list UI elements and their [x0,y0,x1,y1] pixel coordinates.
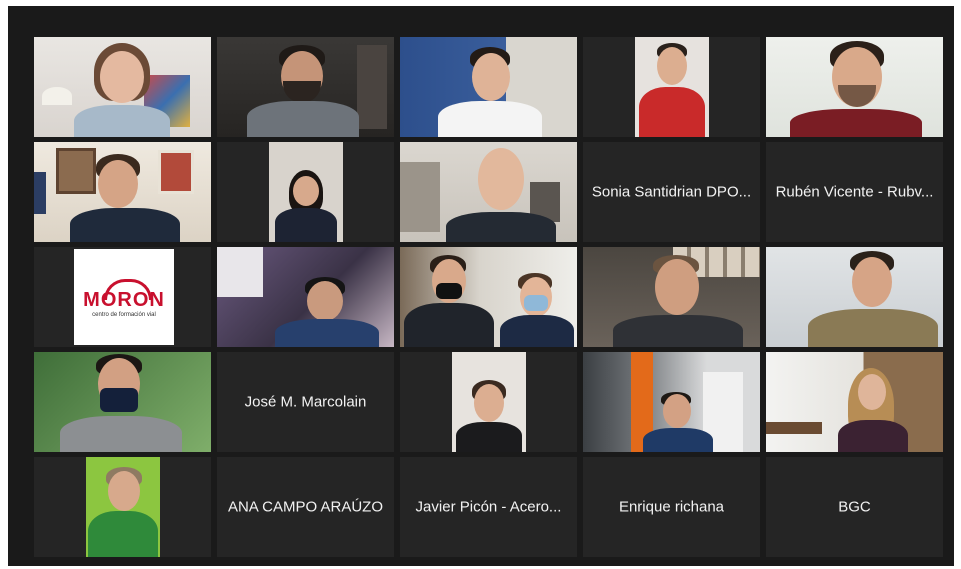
participant-name: José M. Marcolain [244,393,367,411]
bookshelf [357,45,387,129]
participant-name-tile[interactable]: Enrique richana [583,457,760,557]
video-feed [583,247,760,347]
video-feed [34,352,211,452]
participant-name: Enrique richana [618,498,725,516]
participant-video-tile[interactable] [217,247,394,347]
window-blind [34,172,46,214]
beard [283,81,321,103]
video-feed [86,457,160,557]
participant-name-tile[interactable]: ANA CAMPO ARAÚZO [217,457,394,557]
participant-video-tile[interactable] [34,37,211,137]
participant-video-tile[interactable] [766,247,943,347]
company-logo: MORON centro de formación vial [74,249,174,345]
participant-video-tile[interactable] [217,37,394,137]
participant-video-tile[interactable] [400,142,577,242]
participant-name-tile[interactable]: Sonia Santidrian DPO... [583,142,760,242]
video-feed [452,352,526,452]
participant-video-tile[interactable] [583,352,760,452]
video-feed [34,37,211,137]
participant-video-tile[interactable] [400,247,577,347]
video-gallery-window: Sonia Santidrian DPO... Rubén Vicente - … [8,6,954,566]
participant-video-tile[interactable] [400,37,577,137]
video-feed [34,142,211,242]
desk [766,422,822,434]
video-feed [583,352,760,452]
participant-name-tile[interactable]: Rubén Vicente - Rubv... [766,142,943,242]
logo-wordmark: MORON [83,289,165,311]
participant-video-tile[interactable] [34,352,211,452]
video-feed [217,247,394,347]
video-feed [766,352,943,452]
logo-tagline: centro de formación vial [92,312,156,318]
lamp [42,87,72,105]
window [217,247,263,297]
participant-video-tile[interactable] [34,142,211,242]
participant-video-tile[interactable] [34,457,211,557]
video-feed [400,37,577,137]
face-mask [100,388,138,412]
video-feed [217,37,394,137]
wall-poster [158,150,194,194]
participant-name-tile[interactable]: Javier Picón - Acero... [400,457,577,557]
face-mask [436,283,462,299]
video-feed [400,247,577,347]
participant-name: Rubén Vicente - Rubv... [775,183,934,201]
participant-name: ANA CAMPO ARAÚZO [227,498,384,516]
video-feed [766,37,943,137]
participant-name-tile[interactable]: BGC [766,457,943,557]
video-feed [269,142,343,242]
video-feed [766,247,943,347]
participant-logo-tile[interactable]: MORON centro de formación vial [34,247,211,347]
face-mask [524,295,548,311]
participant-name: Sonia Santidrian DPO... [591,183,752,201]
video-feed [400,142,577,242]
participant-name-tile[interactable]: José M. Marcolain [217,352,394,452]
participant-video-tile[interactable] [400,352,577,452]
beard [838,85,876,107]
participant-video-tile[interactable] [217,142,394,242]
participant-video-tile-active-speaker[interactable] [766,37,943,137]
participant-grid: Sonia Santidrian DPO... Rubén Vicente - … [34,37,943,557]
participant-video-tile[interactable] [583,37,760,137]
participant-video-tile[interactable] [583,247,760,347]
doorway [400,162,440,232]
participant-video-tile[interactable] [766,352,943,452]
participant-name: BGC [838,498,871,516]
wall-frame [56,148,96,194]
video-feed [635,37,709,137]
participant-name: Javier Picón - Acero... [415,498,562,516]
